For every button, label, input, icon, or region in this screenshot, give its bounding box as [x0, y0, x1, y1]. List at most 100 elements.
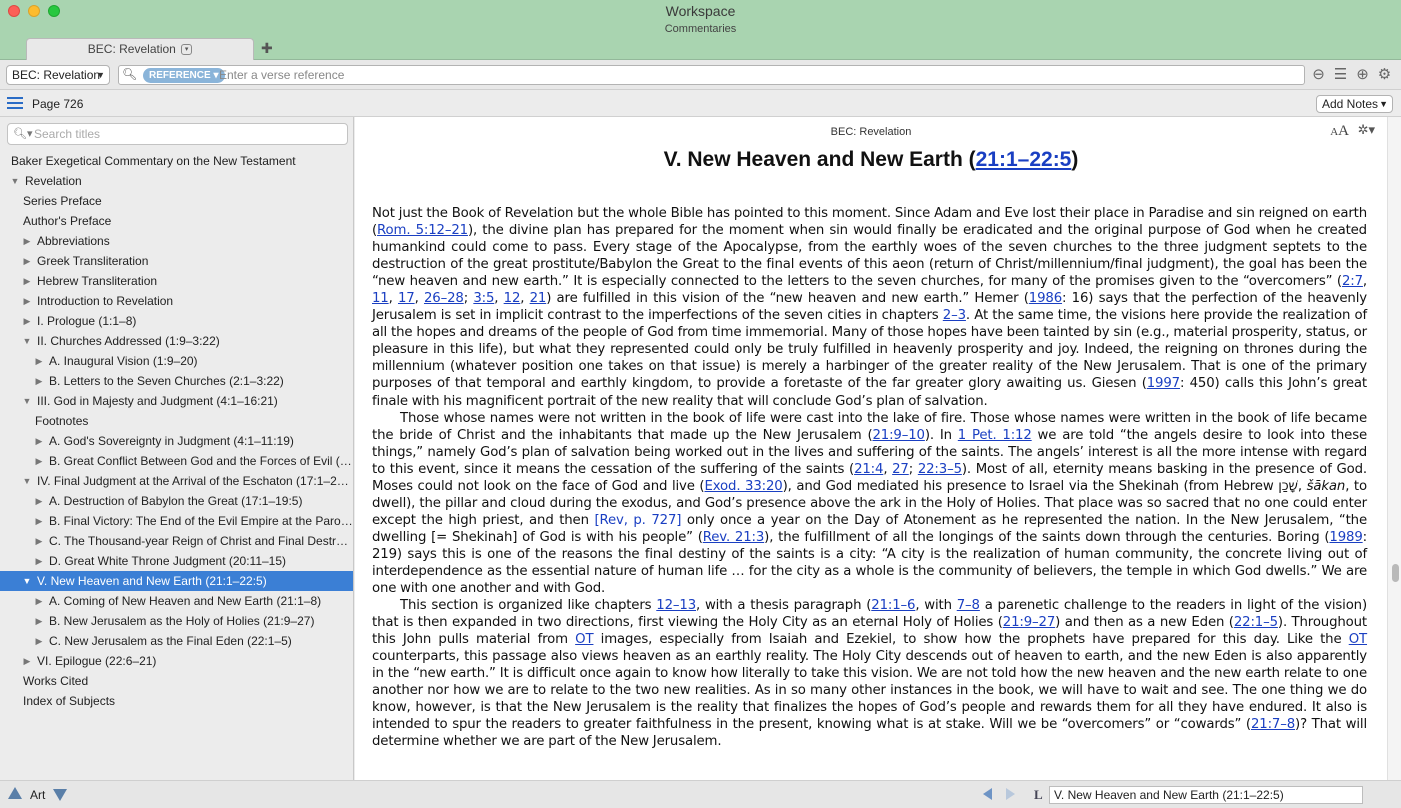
toc-item[interactable]: ▼ III. God in Majesty and Judgment (4:1–1…: [0, 391, 353, 411]
window-subtitle: Commentaries: [664, 23, 737, 35]
chevron-down-icon: ▼: [96, 70, 105, 80]
disclosure-triangle-icon[interactable]: ▶: [34, 351, 44, 371]
disclosure-triangle-icon[interactable]: ▶: [34, 551, 44, 571]
resource-select-label: BEC: Revelation: [12, 68, 101, 82]
content-scrollbar[interactable]: [1387, 117, 1401, 780]
disclosure-triangle-icon[interactable]: ▶: [22, 311, 32, 331]
toc-item[interactable]: ▶ VI. Epilogue (22:6–21): [0, 651, 353, 671]
disclosure-triangle-icon[interactable]: ▼: [22, 571, 32, 591]
disclosure-triangle-icon[interactable]: ▼: [22, 391, 32, 411]
title-search-field[interactable]: 🔍︎▾: [7, 123, 348, 145]
status-bar: Art L V. New Heaven and New Earth (21:1–…: [0, 780, 1401, 808]
toc-item[interactable]: ▶ B. Great Conflict Between God and the F…: [0, 451, 353, 471]
disclosure-triangle-icon[interactable]: ▶: [22, 271, 32, 291]
font-larger-button[interactable]: A: [1338, 123, 1349, 139]
paragraph: Not just the Book of Revelation but the …: [372, 206, 1367, 409]
title-bar: Workspace Commentaries: [0, 0, 1401, 38]
gear-icon[interactable]: ✲▾: [1358, 122, 1375, 138]
window-title: Workspace: [665, 3, 736, 19]
disclosure-triangle-icon[interactable]: ▶: [34, 531, 44, 551]
art-label: Art: [30, 788, 46, 802]
toc-item[interactable]: ▶ A. Inaugural Vision (1:9–20): [0, 351, 353, 371]
toc-item[interactable]: ▼ Revelation: [0, 171, 353, 191]
page-number: Page 726: [32, 97, 84, 111]
tab-menu-icon[interactable]: ▾: [181, 44, 193, 56]
add-notes-button[interactable]: Add Notes ▼: [1316, 95, 1393, 113]
add-circle-icon[interactable]: ⊕: [1354, 66, 1371, 83]
title-search-input[interactable]: [34, 126, 334, 142]
font-smaller-button[interactable]: A: [1330, 126, 1338, 138]
toc-item[interactable]: ▶ D. Great White Throne Judgment (20:11–1…: [0, 551, 353, 571]
toc-item[interactable]: ▶ B. Final Victory: The End of the Evil E…: [0, 511, 353, 531]
toc-item[interactable]: ▶ B. Letters to the Seven Churches (2:1–3…: [0, 371, 353, 391]
scroll-thumb[interactable]: [1392, 564, 1399, 582]
disclosure-triangle-icon[interactable]: ▼: [22, 331, 32, 351]
resource-select[interactable]: BEC: Revelation ▼: [6, 65, 110, 85]
location-field[interactable]: V. New Heaven and New Earth (21:1–22:5): [1049, 786, 1363, 804]
zoom-search-icon[interactable]: ⊖: [1310, 66, 1327, 83]
toc-item[interactable]: ▶ C. The Thousand-year Reign of Christ an…: [0, 531, 353, 551]
paragraph: This section is organized like chapters …: [372, 598, 1368, 750]
verse-reference-input[interactable]: [219, 67, 1289, 83]
toc-item[interactable]: ▶ A. Destruction of Babylon the Great (17…: [0, 491, 353, 511]
list-icon[interactable]: ☰: [1332, 66, 1349, 83]
disclosure-triangle-icon[interactable]: ▶: [34, 451, 44, 471]
toc-item[interactable]: ▶ A. Coming of New Heaven and New Earth (…: [0, 591, 353, 611]
toc-item[interactable]: ▶ Greek Transliteration: [0, 251, 353, 271]
search-icon[interactable]: 🔍︎: [122, 67, 137, 81]
disclosure-triangle-icon[interactable]: ▶: [22, 251, 32, 271]
disclosure-triangle-icon[interactable]: ▶: [34, 511, 44, 531]
disclosure-triangle-icon[interactable]: ▶: [34, 371, 44, 391]
tab-bec-revelation[interactable]: BEC: Revelation ▾: [26, 38, 254, 60]
disclosure-triangle-icon[interactable]: ▶: [22, 651, 32, 671]
arrow-down-icon[interactable]: [53, 789, 67, 801]
toc-item[interactable]: Works Cited: [0, 671, 353, 691]
toc-item[interactable]: ▶ A. God's Sovereignty in Judgment (4:1–1…: [0, 431, 353, 451]
disclosure-triangle-icon[interactable]: ▶: [34, 611, 44, 631]
add-tab-icon[interactable]: ✚: [261, 38, 273, 58]
disclosure-triangle-icon[interactable]: ▼: [10, 171, 20, 191]
arrow-up-icon[interactable]: [8, 787, 22, 799]
toc-item[interactable]: ▶ I. Prologue (1:1–8): [0, 311, 353, 331]
toc-item[interactable]: Index of Subjects: [0, 691, 353, 711]
page-bar: Page 726 Add Notes ▼: [0, 91, 1401, 117]
toc-item[interactable]: ▼ IV. Final Judgment at the Arrival of th…: [0, 471, 353, 491]
title-reference-link[interactable]: 21:1–22:5: [976, 148, 1072, 171]
app-window: Workspace Commentaries BEC: Revelation ▾…: [0, 0, 1401, 808]
toc-item[interactable]: Baker Exegetical Commentary on the New T…: [0, 151, 353, 171]
toc-item[interactable]: Series Preface: [0, 191, 353, 211]
location-icon: L: [1034, 787, 1043, 802]
search-type-label: REFERENCE: [149, 70, 211, 81]
toc-item[interactable]: ▶ Hebrew Transliteration: [0, 271, 353, 291]
back-arrow-icon[interactable]: [983, 788, 992, 800]
toolbar: BEC: Revelation ▼ 🔍︎ REFERENCE ▾ ⊖ ☰ ⊕ ⚙: [0, 60, 1401, 90]
disclosure-triangle-icon[interactable]: ▶: [34, 591, 44, 611]
toc-item[interactable]: ▶ C. New Jerusalem as the Final Eden (22:…: [0, 631, 353, 651]
toc-sidebar: 🔍︎▾ Baker Exegetical Commentary on the N…: [0, 117, 354, 780]
article-body: Not just the Book of Revelation but the …: [372, 205, 1367, 751]
disclosure-triangle-icon[interactable]: ▶: [34, 491, 44, 511]
tab-label: BEC: Revelation: [87, 42, 176, 56]
toc-item[interactable]: Author's Preface: [0, 211, 353, 231]
table-of-contents-icon[interactable]: [7, 97, 23, 111]
panel-menu-icon[interactable]: ⚙: [1376, 66, 1393, 83]
add-notes-label: Add Notes: [1322, 97, 1379, 111]
disclosure-triangle-icon[interactable]: ▶: [22, 231, 32, 251]
toc-item[interactable]: ▼ II. Churches Addressed (1:9–3:22): [0, 331, 353, 351]
disclosure-triangle-icon[interactable]: ▶: [34, 431, 44, 451]
disclosure-triangle-icon[interactable]: ▼: [22, 471, 32, 491]
section-title: V. New Heaven and New Earth (21:1–22:5): [663, 148, 1079, 171]
forward-arrow-icon[interactable]: [1006, 788, 1015, 800]
toc-item[interactable]: Footnotes: [0, 411, 353, 431]
reference-search-bar[interactable]: 🔍︎ REFERENCE ▾: [118, 65, 1305, 85]
toc-tree: Baker Exegetical Commentary on the New T…: [0, 151, 353, 711]
chevron-down-icon: ▼: [1379, 99, 1388, 109]
disclosure-triangle-icon[interactable]: ▶: [22, 291, 32, 311]
toc-item[interactable]: ▶ B. New Jerusalem as the Holy of Holies …: [0, 611, 353, 631]
toc-item-selected[interactable]: ▼ V. New Heaven and New Earth (21:1–22:5): [0, 571, 353, 591]
tab-bar: BEC: Revelation ▾ ✚: [0, 38, 1401, 60]
toc-item[interactable]: ▶ Abbreviations: [0, 231, 353, 251]
disclosure-triangle-icon[interactable]: ▶: [34, 631, 44, 651]
toc-item[interactable]: ▶ Introduction to Revelation: [0, 291, 353, 311]
search-type-pill[interactable]: REFERENCE ▾: [143, 68, 225, 83]
